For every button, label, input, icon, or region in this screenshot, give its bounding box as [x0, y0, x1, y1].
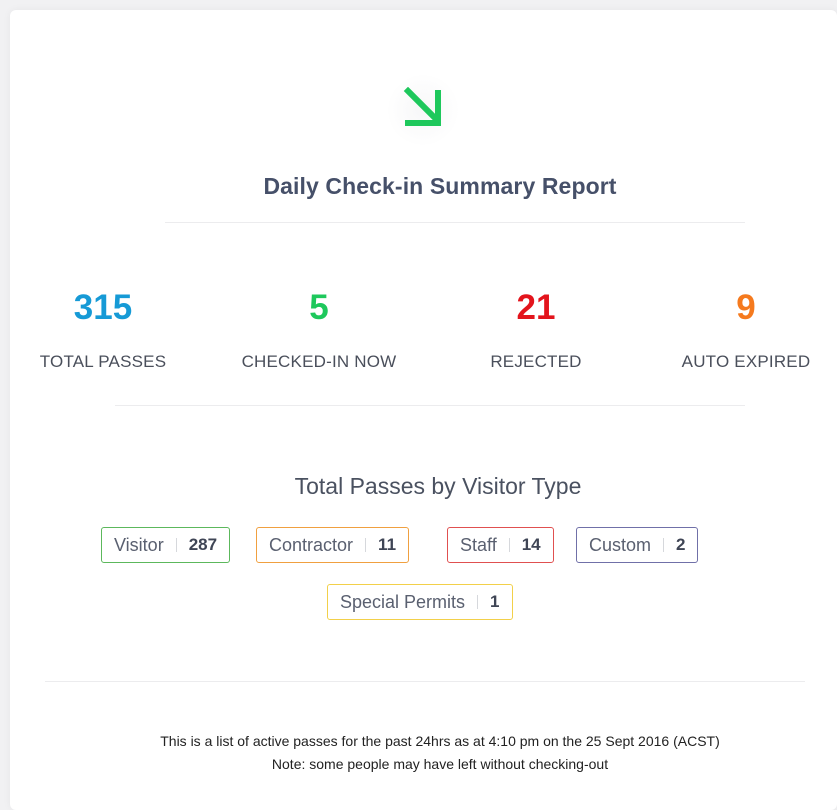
badge-special-permits-label: Special Permits [340, 591, 466, 612]
badge-visitor-count: 287 [188, 535, 218, 554]
stat-auto-expired: 9 AUTO EXPIRED [646, 288, 837, 372]
badge-separator [365, 538, 367, 552]
badge-visitor-label: Visitor [114, 534, 164, 555]
badge-custom-count: 2 [676, 535, 686, 554]
stat-total-passes-label: TOTAL PASSES [39, 352, 167, 371]
badge-staff-count: 14 [521, 535, 541, 554]
stat-checked-in-now-value: 5 [309, 288, 329, 327]
badge-separator [477, 595, 479, 609]
badge-staff-label: Staff [460, 534, 497, 555]
badge-contractor[interactable]: Contractor 11 [256, 527, 410, 563]
stat-rejected-label: REJECTED [490, 352, 582, 371]
badge-staff[interactable]: Staff 14 [447, 527, 554, 563]
stat-checked-in-now: 5 CHECKED-IN NOW [219, 288, 419, 372]
stat-checked-in-now-label: CHECKED-IN NOW [241, 352, 397, 371]
arrow-down-right-icon [403, 87, 441, 126]
badge-custom[interactable]: Custom 2 [576, 527, 699, 563]
badge-contractor-label: Contractor [269, 534, 354, 555]
badge-custom-label: Custom [589, 534, 652, 555]
report-card: Daily Check-in Summary Report 315 TOTAL … [10, 10, 837, 810]
visitor-type-title: Total Passes by Visitor Type [294, 473, 582, 499]
stat-auto-expired-value: 9 [736, 288, 756, 327]
badge-separator [175, 538, 177, 552]
report-icon-container [388, 75, 458, 145]
divider-bottom [45, 681, 805, 682]
badge-separator [508, 538, 510, 552]
divider-top [165, 222, 745, 223]
footer-note-active-passes: This is a list of active passes for the … [160, 733, 720, 749]
stat-total-passes-value: 315 [73, 288, 133, 327]
stat-total-passes: 315 TOTAL PASSES [3, 288, 203, 372]
stat-auto-expired-label: AUTO EXPIRED [681, 352, 811, 371]
report-title: Daily Check-in Summary Report [263, 173, 617, 199]
stat-rejected-value: 21 [516, 288, 556, 327]
badge-special-permits-count: 1 [490, 592, 500, 611]
badge-separator [663, 538, 665, 552]
badge-contractor-count: 11 [378, 535, 397, 554]
stat-rejected: 21 REJECTED [436, 288, 636, 372]
footer-note-checkout: Note: some people may have left without … [271, 756, 609, 772]
divider-middle [115, 405, 745, 406]
badge-visitor[interactable]: Visitor 287 [101, 527, 231, 563]
badge-special-permits[interactable]: Special Permits 1 [327, 584, 513, 620]
